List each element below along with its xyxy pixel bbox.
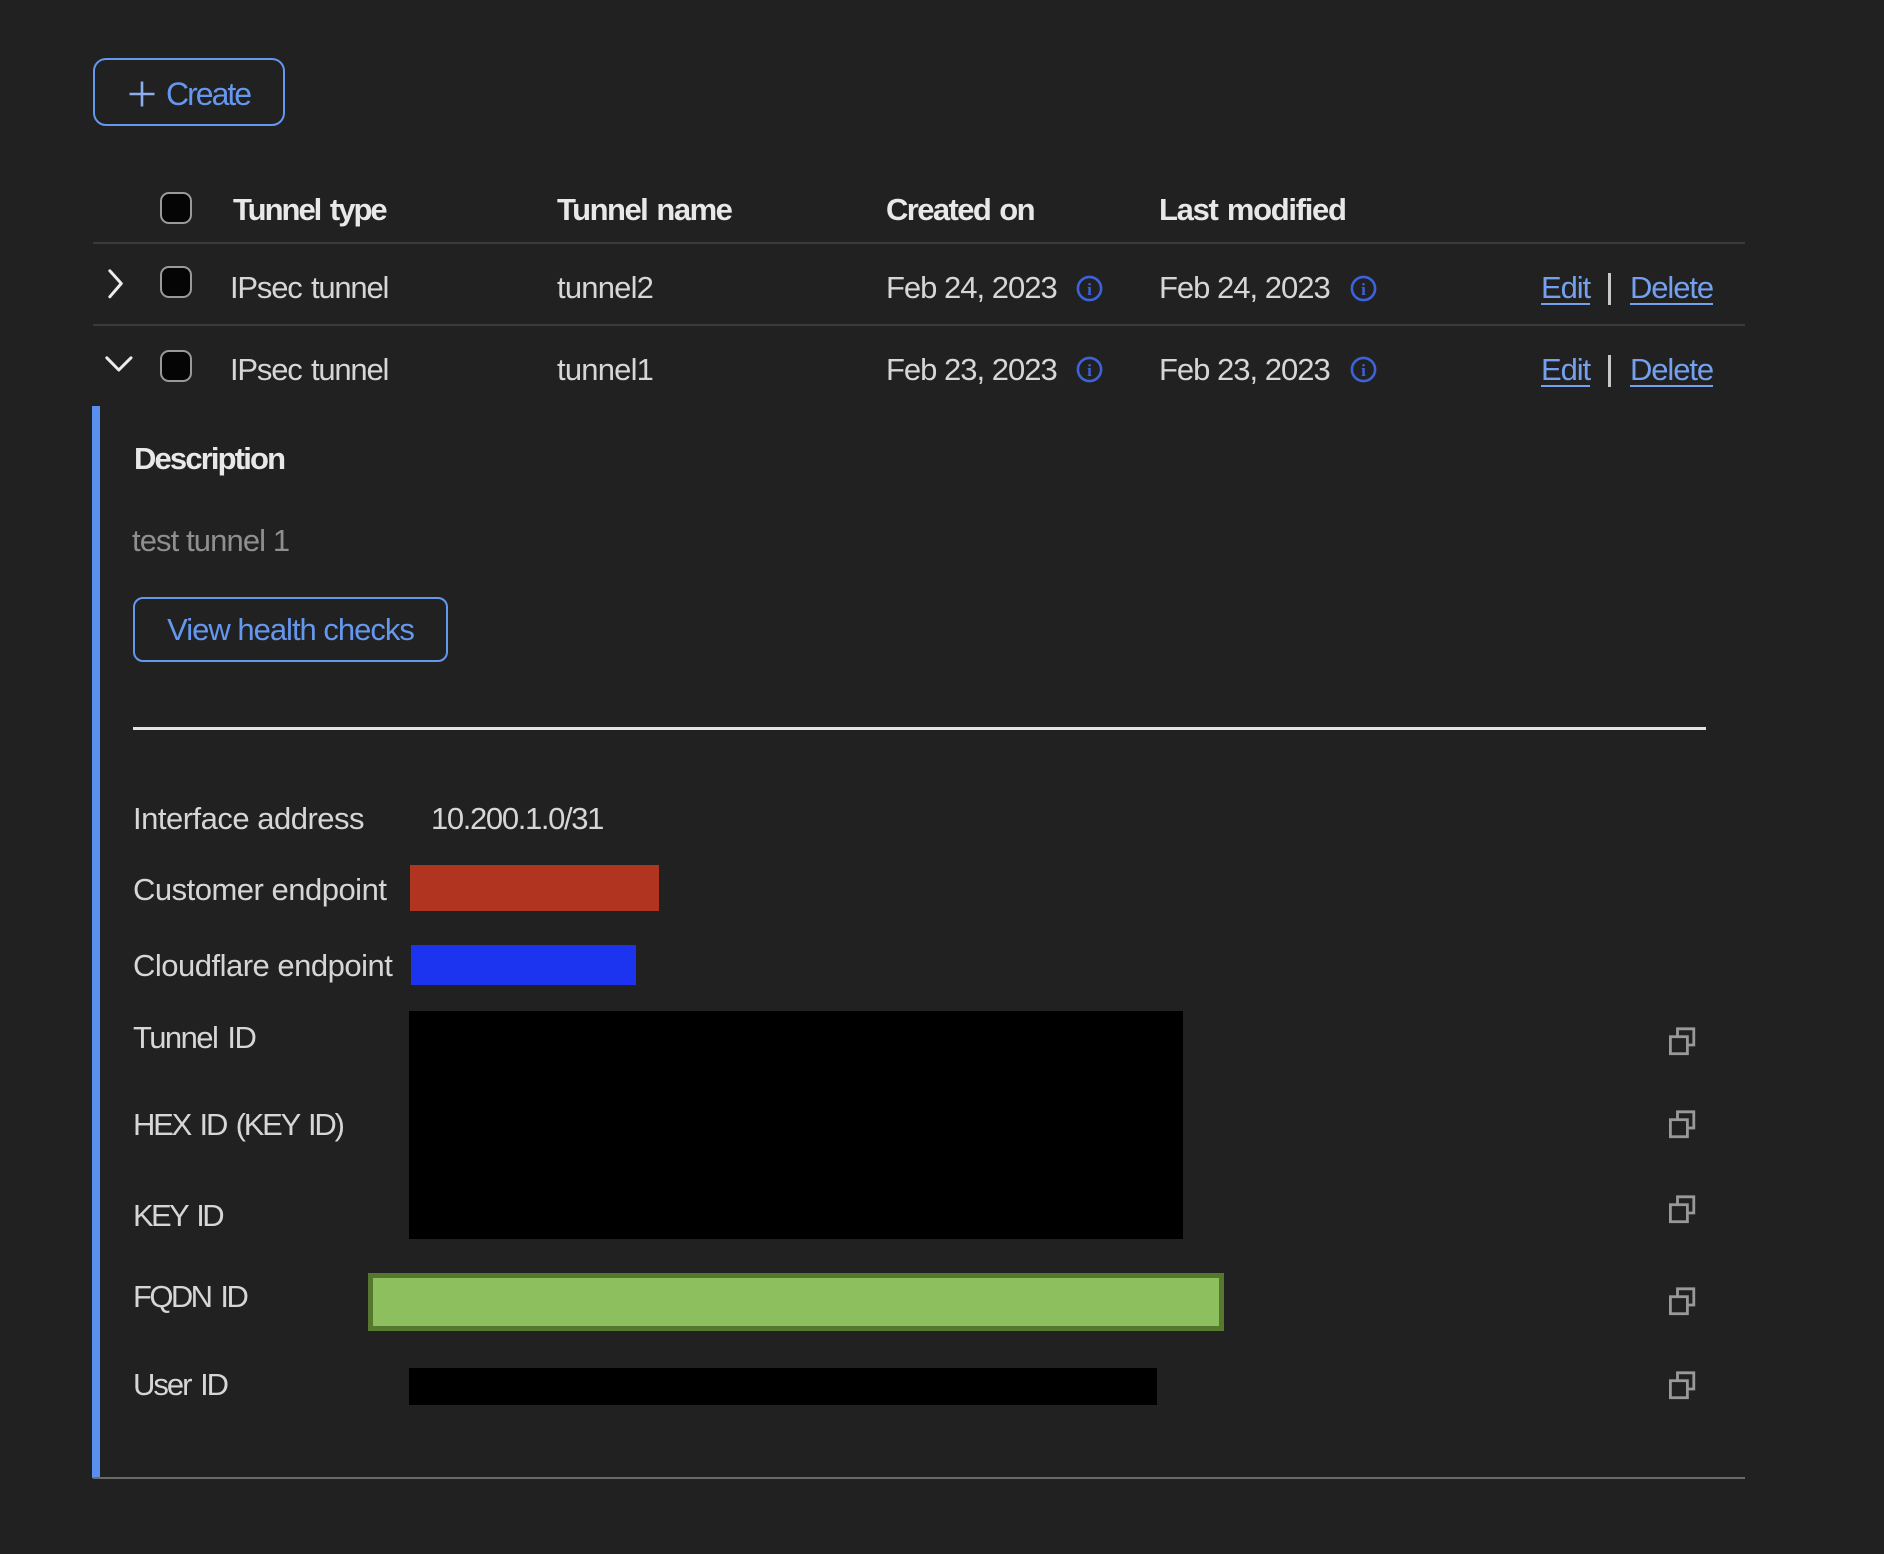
svg-text:i: i (1087, 361, 1092, 380)
svg-text:i: i (1361, 280, 1366, 299)
svg-text:i: i (1087, 280, 1092, 299)
svg-text:i: i (1361, 361, 1366, 380)
